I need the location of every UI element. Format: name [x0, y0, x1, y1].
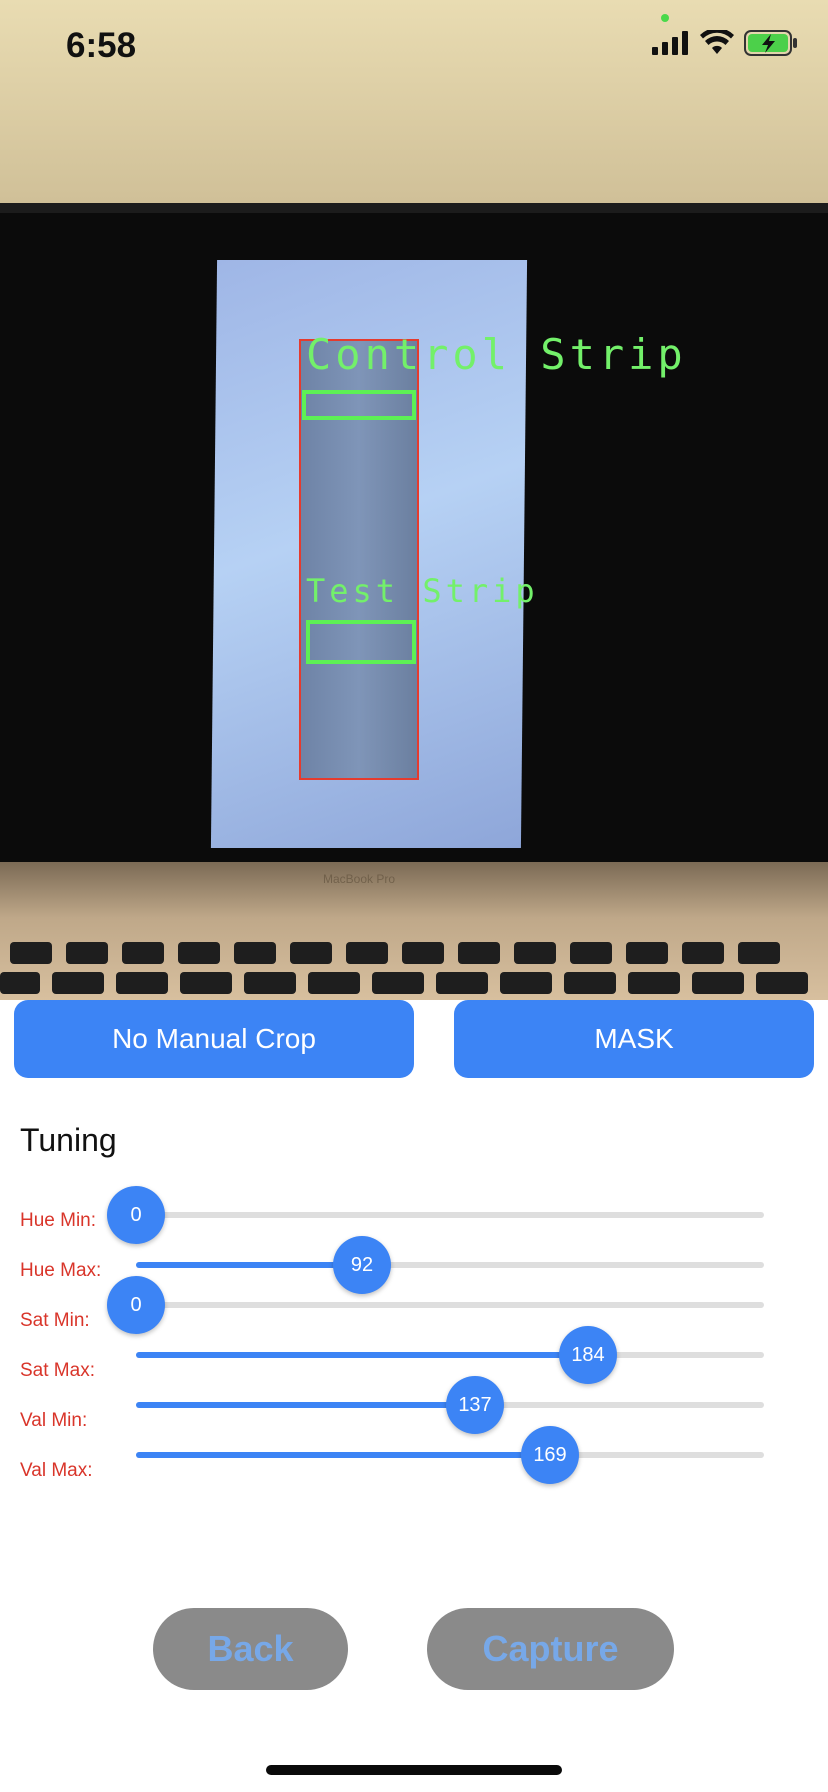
hue-min-label: Hue Min:	[20, 1210, 97, 1231]
slider-fill	[136, 1452, 550, 1458]
home-indicator[interactable]	[266, 1765, 562, 1775]
wifi-icon	[700, 27, 734, 61]
slider-fill	[136, 1402, 475, 1408]
val-max-label: Val Max:	[20, 1460, 93, 1481]
hue-min-slider[interactable]: 0	[107, 1186, 764, 1244]
slider-thumb[interactable]: 0	[107, 1276, 165, 1334]
camera-preview: Control Strip Test Strip MacBook Pro	[0, 0, 828, 1000]
control-strip-label: Control Strip	[306, 330, 687, 379]
laptop-bezel	[0, 203, 828, 213]
sat-min-label: Sat Min:	[20, 1310, 90, 1331]
signal-icon	[652, 31, 690, 60]
camera-in-use-indicator	[661, 14, 669, 22]
control-band-box	[302, 390, 416, 420]
capture-button[interactable]: Capture	[427, 1608, 674, 1690]
status-bar: 6:58	[0, 0, 828, 100]
slider-thumb[interactable]: 0	[107, 1186, 165, 1244]
status-time: 6:58	[66, 26, 137, 65]
battery-charging-icon	[744, 30, 798, 61]
device-label: MacBook Pro	[323, 872, 396, 886]
slider-thumb[interactable]: 169	[521, 1426, 579, 1484]
mask-button[interactable]: MASK	[454, 1000, 814, 1078]
slider-thumb[interactable]: 92	[333, 1236, 391, 1294]
no-manual-crop-button[interactable]: No Manual Crop	[14, 1000, 414, 1078]
hue-max-slider[interactable]: 92	[136, 1236, 764, 1294]
tuning-title: Tuning	[20, 1122, 117, 1158]
slider-fill	[136, 1262, 362, 1268]
sat-max-slider[interactable]: 184	[136, 1326, 764, 1384]
test-band-box	[306, 620, 416, 664]
slider-fill	[136, 1352, 588, 1358]
val-min-label: Val Min:	[20, 1410, 88, 1431]
sat-min-slider[interactable]: 0	[107, 1276, 764, 1334]
slider-thumb[interactable]: 137	[446, 1376, 504, 1434]
hue-max-label: Hue Max:	[20, 1260, 102, 1281]
slider-thumb[interactable]: 184	[559, 1326, 617, 1384]
status-icons	[652, 27, 798, 61]
test-strip-label: Test Strip	[306, 572, 539, 610]
back-button[interactable]: Back	[153, 1608, 348, 1690]
sat-max-label: Sat Max:	[20, 1360, 95, 1381]
keyboard	[0, 938, 828, 1000]
val-min-slider[interactable]: 137	[136, 1376, 764, 1434]
val-max-slider[interactable]: 169	[136, 1426, 764, 1484]
